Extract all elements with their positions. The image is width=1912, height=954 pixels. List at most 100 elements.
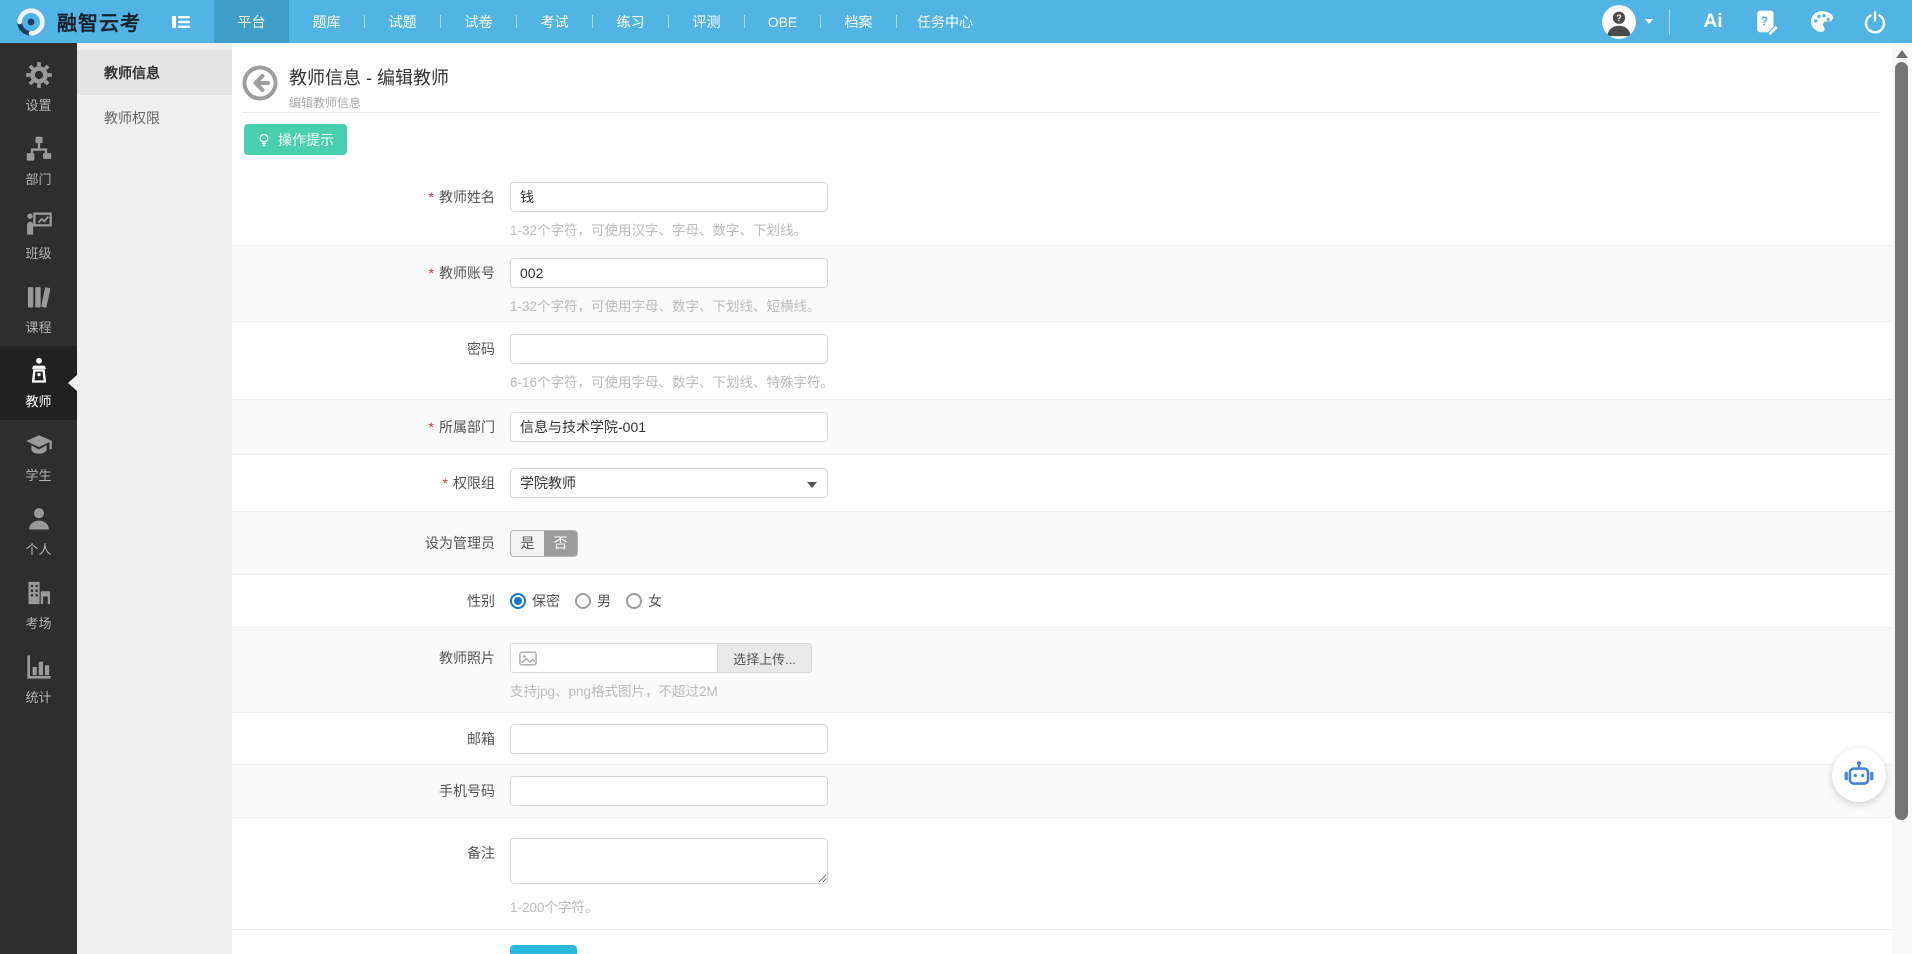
- submenu-item-teacher-info[interactable]: 教师信息: [77, 50, 232, 95]
- nav-tab-task-center[interactable]: 任务中心: [897, 0, 993, 43]
- sidebar-item-statistics[interactable]: 统计: [0, 642, 77, 716]
- logout-button[interactable]: [1861, 8, 1889, 36]
- image-icon: [519, 651, 537, 665]
- field-hint: 1-32个字符，可使用汉字、字母、数字、下划线。: [510, 223, 808, 238]
- phone-input[interactable]: [510, 776, 828, 806]
- lightbulb-icon: [259, 133, 269, 146]
- field-hint: 支持jpg、png格式图片，不超过2M: [510, 684, 718, 699]
- submenu-item-teacher-permissions[interactable]: 教师权限: [77, 95, 232, 140]
- scrollbar-thumb[interactable]: [1895, 62, 1908, 820]
- field-hint: 6-16个字符，可使用字母、数字、下划线、特殊字符。: [510, 375, 835, 390]
- nav-tab-archives[interactable]: 档案: [821, 0, 896, 43]
- nav-tab-exams[interactable]: 考试: [517, 0, 592, 43]
- required-star: *: [428, 265, 434, 281]
- person-icon: [28, 507, 49, 529]
- teacher-edit-form: * 教师姓名 1-32个字符，可使用汉字、字母、数字、下划线。 * 教师账号 1-3…: [232, 170, 1892, 954]
- choose-upload-button[interactable]: 选择上传...: [717, 644, 811, 672]
- form-row-phone: 手机号码: [232, 765, 1892, 818]
- logo-icon: [17, 7, 45, 36]
- books-icon: [27, 286, 50, 308]
- page-subtitle: 编辑教师信息: [289, 96, 362, 110]
- classroom-icon: [26, 212, 52, 235]
- user-menu[interactable]: ?: [1602, 4, 1653, 39]
- sidebar-item-students[interactable]: 学生: [0, 420, 77, 494]
- teacher-account-input[interactable]: [510, 258, 828, 288]
- required-star: *: [428, 189, 434, 205]
- scrollbar-up-arrow-icon[interactable]: [1896, 50, 1908, 58]
- ai-assistant-button[interactable]: Ai: [1699, 8, 1727, 36]
- menu-collapse-icon[interactable]: [168, 9, 194, 35]
- department-input[interactable]: [510, 412, 828, 442]
- sidebar-item-departments[interactable]: 部门: [0, 124, 77, 198]
- field-label: 设为管理员: [425, 535, 495, 551]
- org-chart-icon: [26, 136, 51, 161]
- sidebar-item-teachers[interactable]: 教师: [0, 346, 77, 420]
- ai-icon: Ai: [1703, 10, 1723, 32]
- bar-chart-icon: [26, 654, 51, 679]
- sidebar-item-personal[interactable]: 个人: [0, 494, 77, 568]
- required-star: *: [442, 475, 448, 491]
- form-row-photo: 教师照片 选择上传... 支持jpg、png格式图片，不超过2M: [232, 628, 1892, 713]
- top-right-actions: ? Ai ?: [1602, 0, 1902, 43]
- field-label: 所属部门: [439, 419, 495, 435]
- form-row-remarks: 备注 1-200个字符。: [232, 818, 1892, 930]
- email-input[interactable]: [510, 723, 828, 754]
- secondary-sidebar: 教师信息 教师权限: [77, 43, 232, 954]
- password-input[interactable]: [510, 334, 828, 364]
- vertical-scrollbar: [1892, 43, 1912, 954]
- building-icon: [28, 581, 50, 604]
- avatar[interactable]: ?: [1602, 4, 1636, 39]
- photo-upload-field[interactable]: [511, 644, 717, 672]
- required-star: *: [428, 419, 434, 435]
- back-icon: [242, 65, 278, 101]
- operation-tip-button[interactable]: 操作提示: [244, 124, 347, 155]
- nav-tab-papers[interactable]: 试卷: [441, 0, 516, 43]
- radio-unselected-icon: [626, 593, 642, 609]
- nav-tab-practice[interactable]: 练习: [593, 0, 668, 43]
- palette-icon: [1810, 11, 1833, 32]
- field-hint: 1-32个字符，可使用字母、数字、下划线、短横线。: [510, 299, 821, 314]
- header-divider: [1669, 8, 1670, 35]
- back-button[interactable]: [242, 65, 278, 101]
- field-label: 备注: [467, 845, 495, 861]
- nav-tab-obe[interactable]: OBE: [745, 0, 820, 43]
- field-label: 教师账号: [439, 265, 495, 281]
- nav-tab-questions[interactable]: 试题: [365, 0, 440, 43]
- sidebar-item-exam-rooms[interactable]: 考场: [0, 568, 77, 642]
- radio-secret[interactable]: 保密: [510, 591, 560, 611]
- header-rule: [242, 112, 1880, 113]
- field-label: 教师照片: [439, 650, 495, 666]
- sidebar-item-settings[interactable]: 设置: [0, 50, 77, 124]
- theme-button[interactable]: [1807, 8, 1835, 36]
- field-label: 手机号码: [439, 783, 495, 799]
- form-row-set-admin: 设为管理员 是 否: [232, 512, 1892, 575]
- robot-icon: [1844, 761, 1874, 785]
- field-label: 性别: [467, 593, 495, 609]
- teacher-name-input[interactable]: [510, 182, 828, 212]
- sidebar-item-courses[interactable]: 课程: [0, 272, 77, 346]
- nav-tab-evaluation[interactable]: 评测: [669, 0, 744, 43]
- svg-text:?: ?: [1760, 14, 1768, 28]
- remarks-textarea[interactable]: [510, 838, 828, 884]
- selected-option: 学院教师: [520, 475, 576, 491]
- field-label: 权限组: [453, 475, 495, 491]
- toggle-option-yes[interactable]: 是: [511, 530, 544, 556]
- help-doc-button[interactable]: ?: [1753, 8, 1781, 36]
- toggle-option-no[interactable]: 否: [544, 530, 577, 556]
- logo: 融智云考: [0, 5, 160, 39]
- radio-female[interactable]: 女: [626, 591, 662, 611]
- nav-tab-platform[interactable]: 平台: [214, 0, 289, 43]
- field-label: 教师姓名: [439, 189, 495, 205]
- radio-selected-icon: [510, 593, 526, 609]
- radio-male[interactable]: 男: [575, 591, 611, 611]
- permission-group-select[interactable]: 学院教师: [510, 468, 828, 498]
- main-content: 教师信息 - 编辑教师 编辑教师信息 操作提示 * 教师姓名 1-32个字符，可使…: [232, 43, 1892, 954]
- app-title: 融智云考: [57, 13, 141, 35]
- help-doc-icon: ?: [1757, 10, 1779, 35]
- sidebar-item-classes[interactable]: 班级: [0, 198, 77, 272]
- chevron-down-icon: [1645, 19, 1653, 24]
- field-hint: 1-200个字符。: [510, 900, 599, 915]
- ai-robot-fab[interactable]: [1832, 748, 1886, 802]
- nav-tab-question-bank[interactable]: 题库: [289, 0, 364, 43]
- save-button[interactable]: [510, 945, 577, 954]
